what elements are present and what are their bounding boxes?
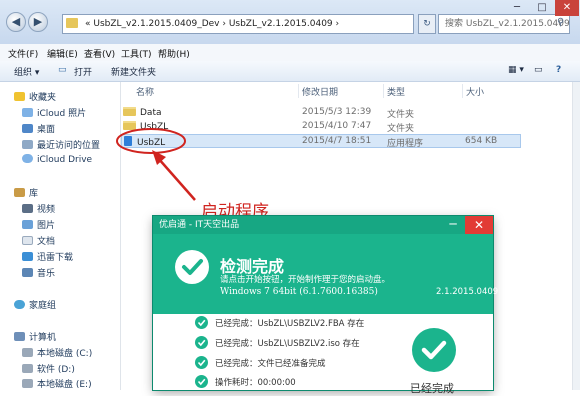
check-icon [195, 356, 208, 369]
dialog-title: 优启通 - IT天空出品 [159, 220, 240, 230]
done-label: 已经完成 [410, 382, 454, 395]
pointer-arrow-line [157, 157, 196, 201]
dialog-titlebar: 优启通 - IT天空出品 [153, 216, 493, 234]
check-item: 已经完成：文件已经准备完成 [215, 359, 326, 369]
dialog-minimize-button[interactable]: ─ [443, 216, 463, 234]
dialog-subtitle: 请点击开始按钮，开始制作理于您的启动盘。 [220, 275, 391, 285]
dialog-close-button[interactable]: ✕ [465, 216, 493, 234]
highlight-circle [116, 128, 186, 154]
elapsed-time: 操作耗时：00:00:00 [215, 378, 296, 388]
check-item: 已经完成：UsbZL\USBZLV2.iso 存在 [215, 339, 360, 349]
success-check-icon [175, 250, 209, 284]
check-icon [195, 375, 208, 388]
check-icon [195, 336, 208, 349]
check-icon [195, 316, 208, 329]
build-number: 2.1.2015.0409 [436, 287, 499, 297]
os-version: Windows 7 64bit (6.1.7600.16385) [220, 287, 378, 297]
done-button[interactable] [412, 328, 456, 372]
check-item: 已经完成：UsbZL\USBZLV2.FBA 存在 [215, 319, 365, 329]
